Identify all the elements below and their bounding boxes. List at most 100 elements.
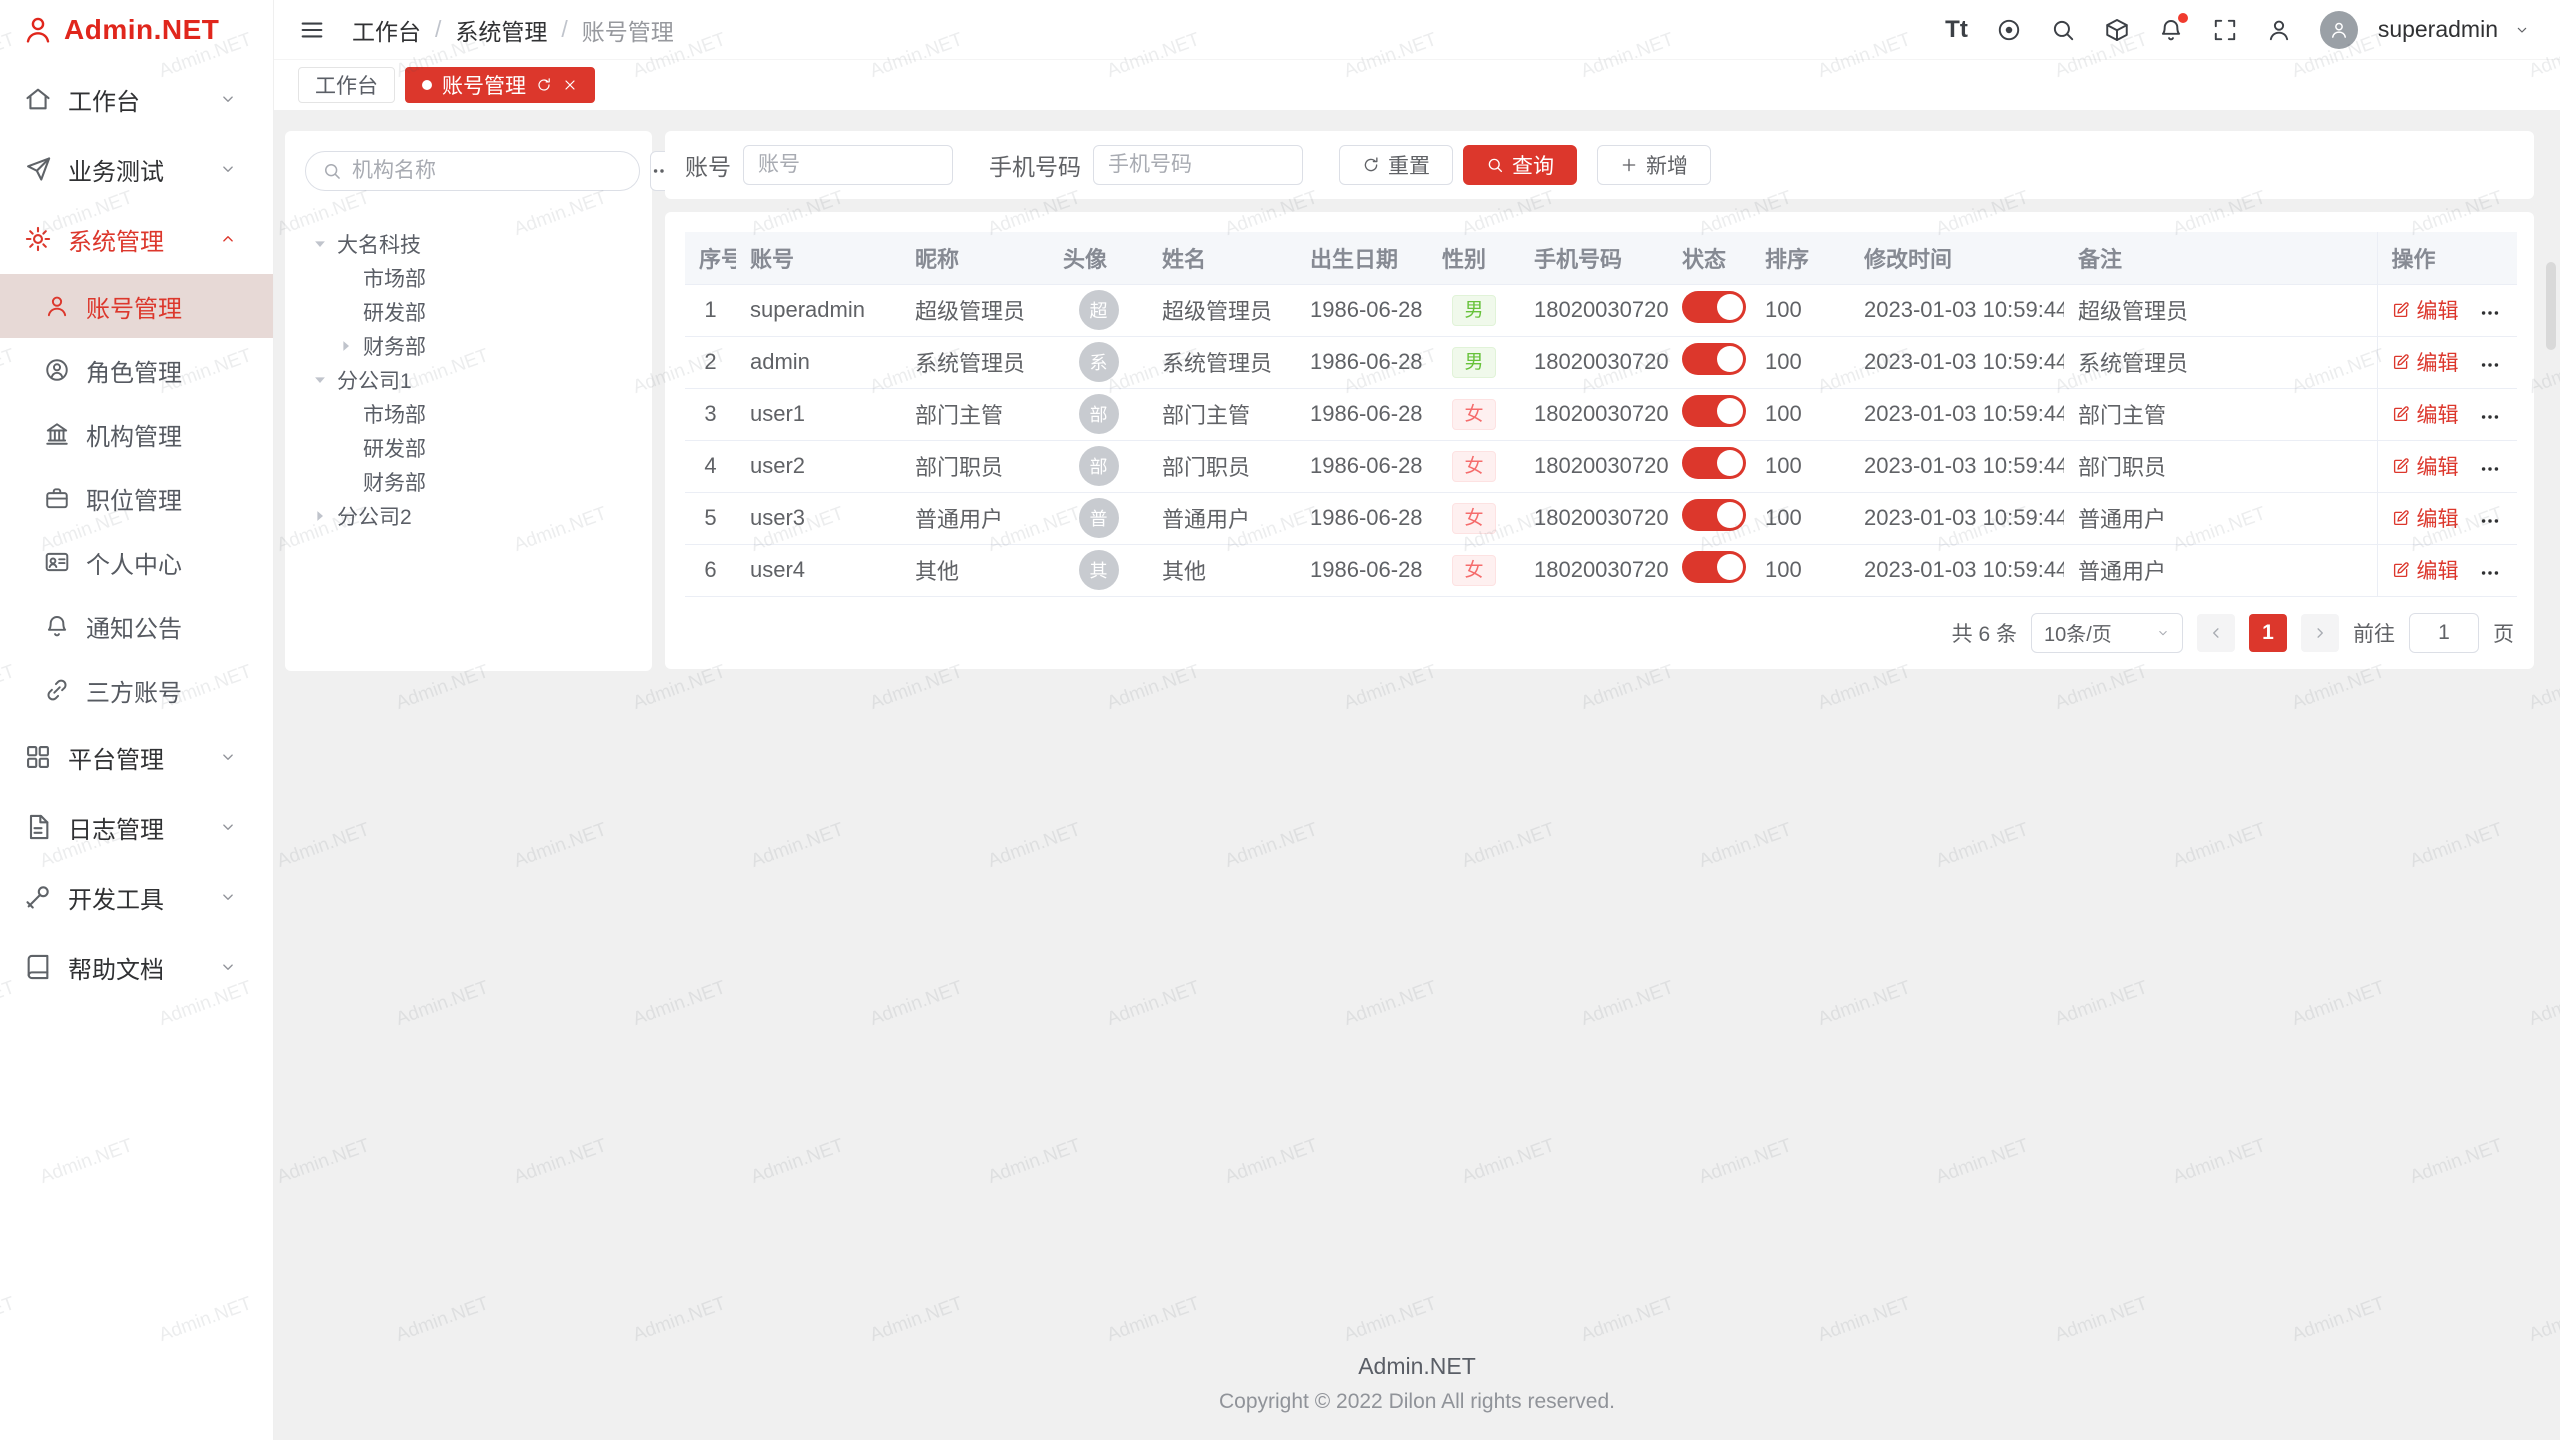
sidebar-item-notice[interactable]: 通知公告 (0, 594, 273, 658)
menu-collapse-icon[interactable] (298, 16, 326, 44)
sidebar-item-log-manage[interactable]: 日志管理 (0, 792, 273, 862)
tree-node[interactable]: 财务部 (305, 329, 632, 363)
sidebar-item-org-manage[interactable]: 机构管理 (0, 402, 273, 466)
edit-button[interactable]: 编辑 (2392, 503, 2459, 533)
cell-order: 100 (1751, 388, 1850, 440)
more-actions-button[interactable] (2479, 458, 2501, 480)
cell-index: 1 (685, 284, 736, 336)
caret-down-icon[interactable] (311, 371, 329, 389)
goto-page-input[interactable] (2409, 613, 2479, 653)
tree-node-label: 研发部 (363, 433, 426, 463)
pagination: 共 6 条 10条/页 1 前往 (685, 613, 2514, 653)
add-button[interactable]: 新增 (1597, 145, 1711, 185)
more-actions-button[interactable] (2479, 510, 2501, 532)
more-actions-button[interactable] (2479, 302, 2501, 324)
cell-remark: 超级管理员 (2064, 284, 2377, 336)
search-button[interactable]: 查询 (1463, 145, 1577, 185)
topbar: 工作台/系统管理/账号管理 Tt superadmin (274, 0, 2560, 60)
sidebar-item-third-account[interactable]: 三方账号 (0, 658, 273, 722)
account-input[interactable] (743, 145, 953, 185)
sidebar-item-dev-tools[interactable]: 开发工具 (0, 862, 273, 932)
sidebar-item-system-manage[interactable]: 系统管理 (0, 204, 273, 274)
username[interactable]: superadmin (2378, 16, 2498, 43)
tab-close-icon[interactable] (562, 77, 578, 93)
tab-refresh-icon[interactable] (536, 77, 552, 93)
breadcrumb: 工作台/系统管理/账号管理 (352, 13, 674, 47)
breadcrumb-item[interactable]: 账号管理 (582, 13, 674, 47)
cell-phone: 18020030720 (1520, 336, 1668, 388)
breadcrumb-item[interactable]: 系统管理 (455, 13, 547, 47)
tree-node[interactable]: 分公司1 (305, 363, 632, 397)
sidebar-item-platform-manage[interactable]: 平台管理 (0, 722, 273, 792)
sidebar-item-post-manage[interactable]: 职位管理 (0, 466, 273, 530)
tree-node-label: 市场部 (363, 263, 426, 293)
caret-right-icon[interactable] (337, 337, 355, 355)
sidebar-item-profile-center[interactable]: 个人中心 (0, 530, 273, 594)
sidebar-item-biz-test[interactable]: 业务测试 (0, 134, 273, 204)
cell-index: 5 (685, 492, 736, 544)
theme-icon[interactable] (1996, 17, 2022, 43)
font-size-icon[interactable]: Tt (1945, 18, 1968, 42)
tree-node[interactable]: 市场部 (305, 397, 632, 431)
cell-phone: 18020030720 (1520, 284, 1668, 336)
status-toggle[interactable] (1682, 343, 1746, 375)
cell-name: 其他 (1148, 544, 1296, 596)
layout-settings-icon[interactable] (2266, 17, 2292, 43)
cell-avatar: 普 (1049, 492, 1148, 544)
content: 大名科技市场部研发部财务部分公司1市场部研发部财务部分公司2 账号 手机号码 重… (274, 110, 2560, 1333)
edit-button[interactable]: 编辑 (2392, 295, 2459, 325)
reset-button[interactable]: 重置 (1339, 145, 1453, 185)
add-label: 新增 (1646, 150, 1688, 180)
fullscreen-icon[interactable] (2212, 17, 2238, 43)
tree-node-label: 研发部 (363, 297, 426, 327)
status-toggle[interactable] (1682, 447, 1746, 479)
tree-node[interactable]: 财务部 (305, 465, 632, 499)
status-toggle[interactable] (1682, 499, 1746, 531)
cell-nickname: 部门主管 (901, 388, 1049, 440)
global-search-icon[interactable] (2050, 17, 2076, 43)
sidebar-item-account-manage[interactable]: 账号管理 (0, 274, 273, 338)
caret-right-icon[interactable] (311, 507, 329, 525)
tree-node[interactable]: 研发部 (305, 431, 632, 465)
status-toggle[interactable] (1682, 291, 1746, 323)
notification-bell[interactable] (2158, 17, 2184, 43)
tree-indent (337, 405, 355, 423)
cell-modified-time: 2023-01-03 10:59:44 (1850, 336, 2064, 388)
phone-input[interactable] (1093, 145, 1303, 185)
user-avatar[interactable] (2320, 11, 2358, 49)
sidebar-item-label: 帮助文档 (68, 950, 164, 985)
tree-node[interactable]: 大名科技 (305, 227, 632, 261)
sidebar-item-label: 系统管理 (68, 222, 164, 257)
cell-birthdate: 1986-06-28 (1296, 492, 1428, 544)
edit-button[interactable]: 编辑 (2392, 451, 2459, 481)
caret-down-icon[interactable] (311, 235, 329, 253)
status-toggle[interactable] (1682, 395, 1746, 427)
column-header: 序号 (685, 232, 736, 284)
tab-account-manage[interactable]: 账号管理 (405, 67, 595, 103)
account-label: 账号 (685, 148, 731, 182)
edit-button[interactable]: 编辑 (2392, 399, 2459, 429)
chevron-down-icon[interactable] (2514, 22, 2530, 38)
component-box-icon[interactable] (2104, 17, 2130, 43)
tree-node[interactable]: 分公司2 (305, 499, 632, 533)
more-actions-button[interactable] (2479, 562, 2501, 584)
prev-page-button[interactable] (2197, 614, 2235, 652)
avatar: 部 (1079, 446, 1119, 486)
tab-workbench[interactable]: 工作台 (298, 67, 395, 103)
edit-button[interactable]: 编辑 (2392, 347, 2459, 377)
page-size-select[interactable]: 10条/页 (2031, 613, 2183, 653)
more-actions-button[interactable] (2479, 406, 2501, 428)
edit-button[interactable]: 编辑 (2392, 555, 2459, 585)
page-1-button[interactable]: 1 (2249, 614, 2287, 652)
status-toggle[interactable] (1682, 551, 1746, 583)
scrollbar-thumb[interactable] (2546, 262, 2556, 350)
breadcrumb-item[interactable]: 工作台 (352, 13, 421, 47)
sidebar-item-help-docs[interactable]: 帮助文档 (0, 932, 273, 1002)
sidebar-item-role-manage[interactable]: 角色管理 (0, 338, 273, 402)
more-actions-button[interactable] (2479, 354, 2501, 376)
sidebar-item-workbench[interactable]: 工作台 (0, 64, 273, 134)
next-page-button[interactable] (2301, 614, 2339, 652)
org-search-input[interactable] (352, 159, 623, 183)
tree-node[interactable]: 研发部 (305, 295, 632, 329)
tree-node[interactable]: 市场部 (305, 261, 632, 295)
